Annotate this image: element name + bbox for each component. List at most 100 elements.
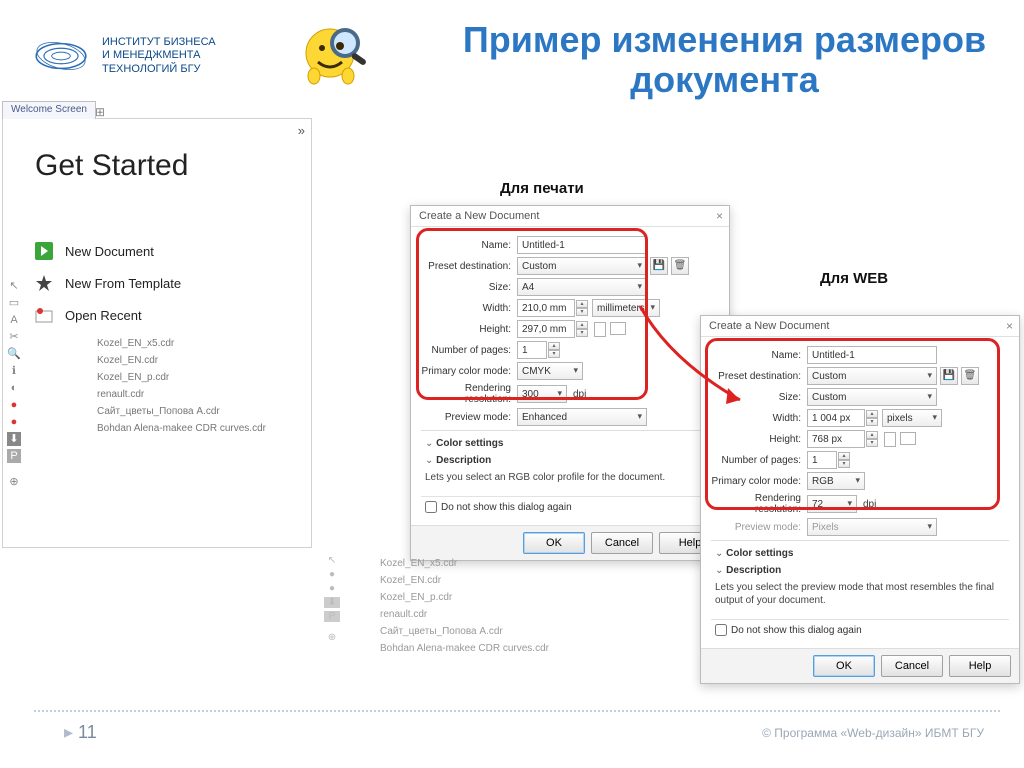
dialog-title: Create a New Document × <box>411 206 729 227</box>
height-label: Height: <box>711 434 807 445</box>
width-input[interactable]: 210,0 mm <box>517 299 575 317</box>
collapse-icon[interactable]: » <box>298 123 305 138</box>
height-spinner[interactable]: ▴▾ <box>576 321 588 337</box>
institute-logo-block: ИНСТИТУТ БИЗНЕСА И МЕНЕДЖМЕНТА ТЕХНОЛОГИ… <box>30 36 216 76</box>
preview-select[interactable]: Enhanced <box>517 408 647 426</box>
open-recent-item[interactable]: Open Recent <box>35 299 311 331</box>
tool-zoom-icon[interactable]: 🔍 <box>7 347 21 361</box>
create-document-dialog-print: Create a New Document × Name:Untitled-1 … <box>410 205 730 561</box>
welcome-screen-panel: Welcome Screen ⊞ » Get Started ↖ ▭ A ✂ 🔍… <box>2 118 312 548</box>
size-label: Size: <box>711 392 807 403</box>
resolution-select[interactable]: 300 <box>517 385 567 403</box>
description-section[interactable]: Description <box>421 452 719 469</box>
delete-preset-icon[interactable]: 🗑 <box>671 257 689 275</box>
footer-divider <box>34 710 1000 712</box>
size-label: Size: <box>421 282 517 293</box>
preset-select[interactable]: Custom <box>807 367 937 385</box>
folder-red-icon <box>35 306 53 324</box>
color-mode-select[interactable]: RGB <box>807 472 865 490</box>
color-mode-select[interactable]: CMYK <box>517 362 583 380</box>
preset-select[interactable]: Custom <box>517 257 647 275</box>
width-label: Width: <box>711 413 807 424</box>
units-select[interactable]: millimeters <box>592 299 660 317</box>
ok-button[interactable]: OK <box>813 655 875 677</box>
ghost-recent-list: Kozel_EN_x5.cdr Kozel_EN.cdr Kozel_EN_p.… <box>320 555 580 657</box>
height-label: Height: <box>421 324 517 335</box>
name-label: Name: <box>711 350 807 361</box>
close-icon[interactable]: × <box>1006 319 1013 333</box>
slide-title: Пример изменения размеров документа <box>445 20 1004 99</box>
dont-show-checkbox[interactable] <box>425 501 437 513</box>
recent-file[interactable]: Kozel_EN_x5.cdr <box>97 335 311 352</box>
height-spinner[interactable]: ▴▾ <box>866 431 878 447</box>
globe-logo-icon <box>30 36 92 76</box>
name-input[interactable]: Untitled-1 <box>517 236 647 254</box>
width-spinner[interactable]: ▴▾ <box>866 410 878 426</box>
tool-download-icon[interactable]: ⬇ <box>7 432 21 446</box>
width-spinner[interactable]: ▴▾ <box>576 300 588 316</box>
size-select[interactable]: Custom <box>807 388 937 406</box>
description-section[interactable]: Description <box>711 562 1009 579</box>
add-tab-icon[interactable]: ⊞ <box>95 105 105 119</box>
star-icon <box>35 274 53 292</box>
create-document-dialog-web: Create a New Document × Name:Untitled-1 … <box>700 315 1020 684</box>
help-button[interactable]: Help <box>949 655 1011 677</box>
color-label: Primary color mode: <box>421 366 517 377</box>
width-input[interactable]: 1 004 px <box>807 409 865 427</box>
recent-file[interactable]: Bohdan Alena-makee CDR curves.cdr <box>97 420 311 437</box>
tool-red1-icon[interactable]: ● <box>7 398 21 412</box>
width-label: Width: <box>421 303 517 314</box>
tool-arrow-icon[interactable]: ↖ <box>7 279 21 293</box>
new-document-item[interactable]: New Document <box>35 235 311 267</box>
tool-shape-icon[interactable]: ▭ <box>7 296 21 310</box>
height-input[interactable]: 297,0 mm <box>517 320 575 338</box>
page-number: 11 <box>64 722 97 743</box>
cancel-button[interactable]: Cancel <box>881 655 943 677</box>
pages-label: Number of pages: <box>711 455 807 466</box>
new-from-template-label: New From Template <box>65 276 181 291</box>
dont-show-label: Do not show this dialog again <box>441 502 572 513</box>
size-select[interactable]: A4 <box>517 278 647 296</box>
tool-eyedrop-icon[interactable]: ℹ <box>7 364 21 378</box>
welcome-tab[interactable]: Welcome Screen <box>2 101 96 119</box>
pages-spinner[interactable]: ▴▾ <box>838 452 850 468</box>
pages-input[interactable]: 1 <box>807 451 837 469</box>
tool-fill-icon[interactable]: ◐ <box>7 381 21 395</box>
save-preset-icon[interactable]: 💾 <box>940 367 958 385</box>
dont-show-checkbox[interactable] <box>715 624 727 636</box>
recent-file[interactable]: renault.cdr <box>97 386 311 403</box>
pages-input[interactable]: 1 <box>517 341 547 359</box>
label-for-web: Для WEB <box>820 270 888 287</box>
save-preset-icon[interactable]: 💾 <box>650 257 668 275</box>
height-input[interactable]: 768 px <box>807 430 865 448</box>
color-settings-section[interactable]: Color settings <box>711 545 1009 562</box>
tool-text-icon[interactable]: A <box>7 313 21 327</box>
dialog-title: Create a New Document × <box>701 316 1019 337</box>
orientation-toggle[interactable] <box>884 432 916 447</box>
close-icon[interactable]: × <box>716 209 723 223</box>
tool-add-icon[interactable]: ⊕ <box>7 475 21 489</box>
preview-label: Preview mode: <box>421 412 517 423</box>
pages-spinner[interactable]: ▴▾ <box>548 342 560 358</box>
cancel-button[interactable]: Cancel <box>591 532 653 554</box>
recent-files-list: Kozel_EN_x5.cdr Kozel_EN.cdr Kozel_EN_p.… <box>97 335 311 437</box>
tool-red2-icon[interactable]: ● <box>7 415 21 429</box>
orientation-toggle[interactable] <box>594 322 626 337</box>
smiley-magnifier-icon <box>300 18 370 88</box>
tool-crop-icon[interactable]: ✂ <box>7 330 21 344</box>
res-label: Rendering resolution: <box>711 493 807 515</box>
new-from-template-item[interactable]: New From Template <box>35 267 311 299</box>
label-for-print: Для печати <box>500 180 584 197</box>
ok-button[interactable]: OK <box>523 532 585 554</box>
description-text: Lets you select an RGB color profile for… <box>421 469 719 492</box>
units-select[interactable]: pixels <box>882 409 942 427</box>
recent-file[interactable]: Сайт_цветы_Попова A.cdr <box>97 403 311 420</box>
resolution-select[interactable]: 72 <box>807 495 857 513</box>
delete-preset-icon[interactable]: 🗑 <box>961 367 979 385</box>
play-icon <box>35 242 53 260</box>
recent-file[interactable]: Kozel_EN.cdr <box>97 352 311 369</box>
recent-file[interactable]: Kozel_EN_p.cdr <box>97 369 311 386</box>
name-input[interactable]: Untitled-1 <box>807 346 937 364</box>
color-settings-section[interactable]: Color settings <box>421 435 719 452</box>
tool-page-icon[interactable]: P <box>7 449 21 463</box>
